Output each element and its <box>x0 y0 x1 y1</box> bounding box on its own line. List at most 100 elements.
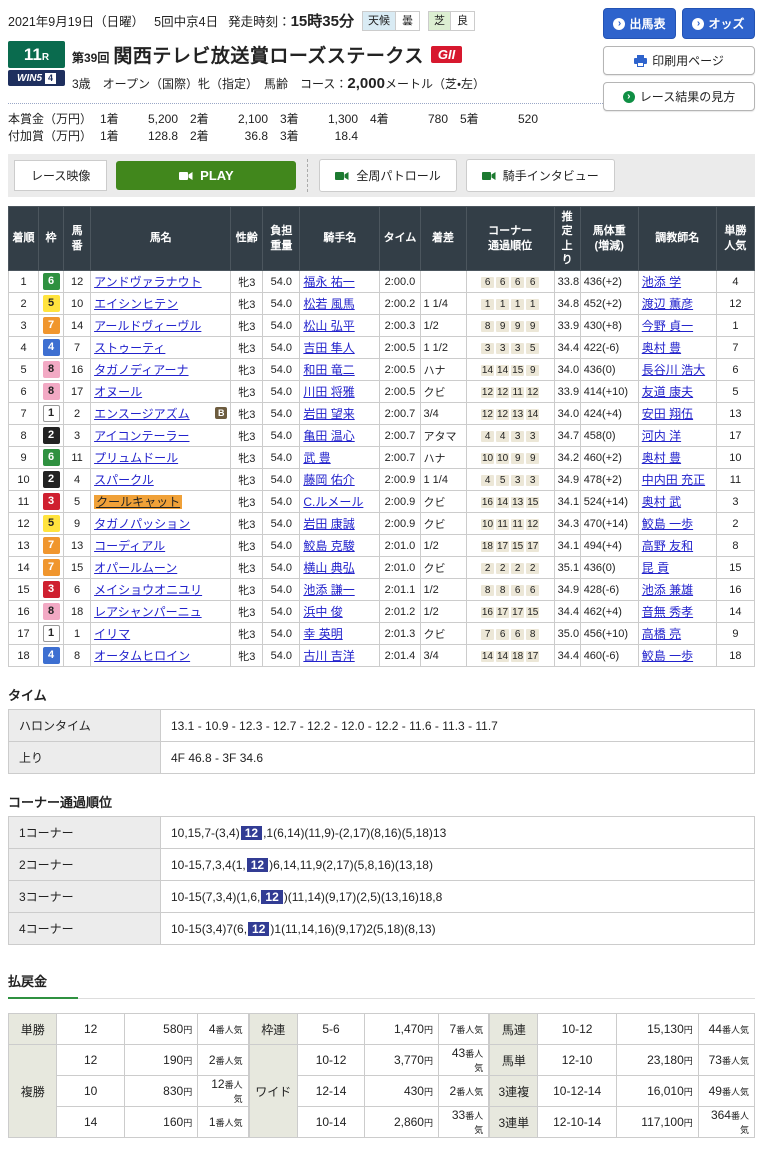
jockey-link[interactable]: 浜中 俊 <box>303 605 342 619</box>
corner-position-box: 14 <box>495 496 510 508</box>
horse-name-link[interactable]: イリマ <box>94 627 130 641</box>
corner-positions: 4533 <box>465 468 555 492</box>
bet-selection: 12-14 <box>296 1075 366 1108</box>
horse-name-link[interactable]: レアシャンパーニュ <box>94 605 202 619</box>
sex-age: 牝3 <box>230 424 264 448</box>
jockey-link[interactable]: 和田 竜二 <box>303 363 354 377</box>
trainer-link[interactable]: 鮫島 一歩 <box>642 649 693 663</box>
trainer-link[interactable]: 鮫島 一歩 <box>642 517 693 531</box>
frame-cell: 7 <box>38 534 65 558</box>
win-popularity: 11 <box>715 468 756 492</box>
trainer-link[interactable]: 高野 友和 <box>642 539 693 553</box>
horse-name-link[interactable]: スパークル <box>94 473 154 487</box>
win-popularity: 17 <box>715 424 756 448</box>
horse-name-link[interactable]: オパールムーン <box>94 561 177 575</box>
jockey-link[interactable]: 藤岡 佑介 <box>303 473 354 487</box>
trainer-link[interactable]: 安田 翔伍 <box>642 407 693 421</box>
corner-positions: 18 17 15 17 <box>465 534 555 558</box>
corner-position-box: 17 <box>495 606 510 618</box>
trainer-link[interactable]: 池添 兼雄 <box>642 583 693 597</box>
trainer-link[interactable]: 今野 貞一 <box>642 319 693 333</box>
jockey-cell: 池添 謙一 <box>299 578 381 602</box>
frame-cell: 3 <box>38 578 65 602</box>
horse-name-link[interactable]: プリュムドール <box>94 451 178 465</box>
win-popularity: 18 <box>715 644 756 668</box>
payout-amount: 160円 <box>123 1106 199 1139</box>
jockey-link[interactable]: C.ルメール <box>303 495 363 509</box>
race-results-table: 着順枠馬 番馬名 性齢 負担 重量 騎手名 タイム 着差 コーナー 通過順位推 定 上 り馬… <box>7 205 756 668</box>
frame-number-badge: 7 <box>42 317 60 335</box>
trainer-link[interactable]: 高橋 亮 <box>642 627 681 641</box>
finish-position: 14 <box>7 556 40 580</box>
trainer-link[interactable]: 奥村 豊 <box>642 451 681 465</box>
jockey-link[interactable]: 吉田 隼人 <box>303 341 354 355</box>
estimated-last-3f: 34.0 <box>553 358 581 382</box>
yen-unit: 円 <box>183 1025 193 1036</box>
jockey-link[interactable]: 鮫島 克駿 <box>303 539 354 553</box>
trainer-cell: 奥村 武 <box>637 490 717 514</box>
horse-name-link[interactable]: オータムヒロイン <box>94 649 190 663</box>
odds-button[interactable]: › オッズ <box>682 8 755 39</box>
turf-value: 良 <box>450 11 474 30</box>
horse-name-link[interactable]: アールドヴィーヴル <box>94 319 201 333</box>
finish-margin: 3/4 <box>419 644 467 668</box>
horse-body-weight: 424(+4) <box>579 402 639 426</box>
trainer-link[interactable]: 音無 秀孝 <box>642 605 693 619</box>
jockey-link[interactable]: 岩田 康誠 <box>303 517 354 531</box>
trainer-link[interactable]: 奥村 豊 <box>642 341 681 355</box>
trainer-link[interactable]: 友道 康夫 <box>642 385 693 399</box>
print-page-button[interactable]: 印刷用ページ <box>603 46 755 75</box>
race-date-line: 2021年9月19日（日曜） 5回中京4日 発走時刻： 15時35分 天候 曇 … <box>8 6 595 31</box>
horse-name-link[interactable]: アイコンテーラー <box>94 429 189 443</box>
arrow-circle-icon: › <box>622 90 635 103</box>
jockey-link[interactable]: 幸 英明 <box>303 627 342 641</box>
jockey-link[interactable]: 岩田 望来 <box>303 407 354 421</box>
horse-name-link[interactable]: オヌール <box>94 385 142 399</box>
horse-name-link[interactable]: タガノパッション <box>94 517 190 531</box>
horse-name-link[interactable]: メイショウオニユリ <box>94 583 202 597</box>
result-row: 5 8 16 タガノディアーナ 牝3 54.0 和田 竜二 2:00.5 ハナ 14 14 15 9 34… <box>7 358 756 382</box>
play-button[interactable]: PLAY <box>116 161 297 190</box>
jockey-link[interactable]: 亀田 温心 <box>303 429 354 443</box>
prize-amount: 520 <box>517 112 538 126</box>
trainer-link[interactable]: 昆 貢 <box>642 561 669 575</box>
horse-name-link[interactable]: タガノディアーナ <box>94 363 188 377</box>
horse-name-link[interactable]: コーディアル <box>94 539 165 553</box>
corner-position-box: 3 <box>496 342 510 354</box>
payout-row: 3連単 12-10-14 117,100円 364番人気 <box>489 1106 756 1139</box>
corner-position-box: 4 <box>481 430 495 442</box>
jockey-link[interactable]: 川田 将雅 <box>303 385 354 399</box>
trainer-link[interactable]: 渡辺 薫彦 <box>642 297 693 311</box>
trainer-link[interactable]: 中内田 充正 <box>642 473 705 487</box>
corner-position-box: 6 <box>526 276 540 288</box>
payout-amount: 830円 <box>123 1075 199 1108</box>
racecard-button[interactable]: › 出馬表 <box>603 8 676 39</box>
horse-name-link[interactable]: エイシンヒテン <box>94 297 178 311</box>
column-header: コーナー 通過順位 <box>465 205 555 272</box>
trainer-link[interactable]: 長谷川 浩大 <box>642 363 705 377</box>
turf-label: 芝 <box>428 11 451 30</box>
patrol-video-button[interactable]: 全周パトロール <box>319 159 457 192</box>
corner-position-box: 2 <box>496 562 510 574</box>
horse-number: 5 <box>63 490 92 514</box>
trainer-link[interactable]: 奥村 武 <box>642 495 681 509</box>
jockey-link[interactable]: 横山 典弘 <box>303 561 354 575</box>
finish-time: 2:00.9 <box>379 512 421 536</box>
jockey-link[interactable]: 池添 謙一 <box>303 583 354 597</box>
horse-name-link[interactable]: エンスージアズム <box>94 407 190 421</box>
last-furlongs-label: 上り <box>8 741 161 775</box>
jockey-cell: 松山 弘平 <box>299 314 381 338</box>
trainer-link[interactable]: 河内 洋 <box>642 429 681 443</box>
horse-name-link[interactable]: クールキャット <box>94 495 183 510</box>
jockey-link[interactable]: 松山 弘平 <box>303 319 354 333</box>
jockey-link[interactable]: 福永 祐一 <box>303 275 354 289</box>
trainer-link[interactable]: 池添 学 <box>642 275 681 289</box>
payout-popularity: 2番人気 <box>197 1044 249 1077</box>
jockey-link[interactable]: 松若 風馬 <box>303 297 354 311</box>
jockey-link[interactable]: 武 豊 <box>303 451 330 465</box>
horse-name-link[interactable]: アンドヴァラナウト <box>94 275 202 289</box>
result-guide-button[interactable]: › レース結果の見方 <box>603 82 755 111</box>
jockey-interview-button[interactable]: 騎手インタビュー <box>465 159 615 192</box>
horse-name-link[interactable]: ストゥーティ <box>94 341 165 355</box>
jockey-link[interactable]: 古川 吉洋 <box>303 649 354 663</box>
